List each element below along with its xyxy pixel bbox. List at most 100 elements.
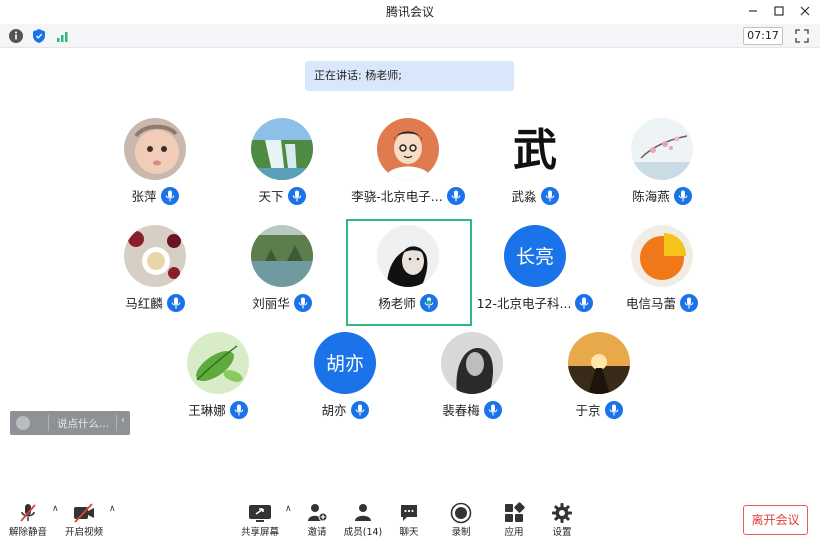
participant-name: 电信马蕾	[625, 296, 676, 311]
camera-off-icon	[71, 501, 97, 524]
participant-tile[interactable]: 李骁-北京电子...	[345, 118, 471, 222]
participant-name-line: 刘丽华	[219, 293, 345, 312]
participant-name-line: 电信马蕾	[599, 293, 725, 312]
participant-name-line: 武淼	[472, 186, 598, 205]
avatar	[568, 332, 630, 394]
unmute-button[interactable]: 解除静音	[3, 490, 53, 538]
divider	[48, 415, 49, 431]
info-icon	[9, 29, 23, 43]
muted-mic-icon	[15, 501, 41, 524]
participant-tile[interactable]: 裴春梅	[409, 332, 535, 436]
network-signal-button[interactable]	[55, 28, 71, 44]
avatar	[631, 225, 693, 287]
title-bar: 腾讯会议	[0, 0, 820, 22]
participant-name: 12-北京电子科...	[476, 296, 572, 311]
mic-icon	[350, 400, 369, 419]
avatar	[441, 332, 503, 394]
bottom-toolbar: 解除静音 ∧ 开启视频 ∧ 共享屏幕 ∧ 邀请 成员(14) 聊天 录制 应用 …	[0, 490, 820, 540]
start-video-button[interactable]: 开启视频	[59, 490, 109, 538]
participant-name: 天下	[258, 189, 284, 204]
participant-tile[interactable]: 于京	[536, 332, 662, 436]
svg-text:胡亦: 胡亦	[326, 353, 364, 375]
avatar: 武	[504, 118, 566, 180]
mic-icon	[166, 293, 185, 312]
avatar	[124, 225, 186, 287]
participant-name-line: 马红麟	[92, 293, 218, 312]
leave-meeting-button[interactable]: 离开会议	[743, 505, 808, 535]
apps-label: 应用	[504, 527, 524, 538]
collapse-chat-icon[interactable]: ‹	[121, 415, 125, 426]
participant-name-line: 李骁-北京电子...	[345, 186, 471, 205]
participant-name-line: 王琳娜	[155, 400, 281, 419]
share-screen-icon	[247, 501, 273, 524]
mic-icon	[680, 293, 698, 312]
fullscreen-button[interactable]	[794, 28, 810, 44]
participant-tile[interactable]: 张萍	[92, 118, 218, 222]
settings-button[interactable]: 设置	[537, 490, 587, 538]
invite-label: 邀请	[307, 527, 327, 538]
security-button[interactable]	[31, 28, 47, 44]
avatar: 胡亦	[314, 332, 376, 394]
participant-tile[interactable]: 武武淼	[472, 118, 598, 222]
share-screen-label: 共享屏幕	[240, 527, 279, 538]
chat-label: 聊天	[399, 527, 419, 538]
participant-name: 武淼	[511, 189, 537, 204]
mic-icon	[483, 400, 502, 419]
window-title: 腾讯会议	[385, 5, 434, 19]
unmute-label: 解除静音	[8, 527, 47, 538]
share-screen-button[interactable]: 共享屏幕	[235, 490, 285, 538]
meeting-info-bar: 07:17	[0, 24, 820, 48]
mic-icon	[446, 186, 465, 205]
minimize-icon	[749, 10, 757, 12]
avatar	[251, 118, 313, 180]
participant-name: 于京	[575, 403, 601, 418]
active-speaker-frame	[346, 219, 472, 326]
mic-icon	[673, 186, 692, 205]
mic-icon	[604, 400, 623, 419]
participant-tile[interactable]: 刘丽华	[219, 225, 345, 329]
mic-icon	[293, 293, 312, 312]
emoji-icon[interactable]	[16, 416, 30, 430]
participant-name-line: 天下	[219, 186, 345, 205]
close-button[interactable]	[795, 2, 815, 20]
members-icon	[350, 501, 376, 524]
participant-name-line: 裴春梅	[409, 400, 535, 419]
maximize-button[interactable]	[769, 2, 789, 20]
participant-tile[interactable]: 陈海燕	[599, 118, 725, 222]
participant-tile[interactable]: 长亮 12-北京电子科...	[472, 225, 598, 329]
mic-icon	[160, 186, 179, 205]
video-options-chevron-icon[interactable]: ∧	[109, 504, 119, 514]
fullscreen-icon	[795, 29, 809, 43]
participant-tile[interactable]: 马红麟	[92, 225, 218, 329]
participant-tile[interactable]: 天下	[219, 118, 345, 222]
start-video-label: 开启视频	[64, 527, 103, 538]
chat-bubble-icon	[396, 501, 422, 524]
apps-button[interactable]: 应用	[489, 490, 539, 538]
participant-name: 裴春梅	[442, 403, 480, 418]
participant-tile[interactable]: 胡亦 胡亦	[282, 332, 408, 436]
avatar	[377, 118, 439, 180]
gear-icon	[549, 501, 575, 524]
divider	[116, 415, 117, 431]
record-label: 录制	[451, 527, 471, 538]
participant-name-line: 陈海燕	[599, 186, 725, 205]
chat-placeholder: 说点什么...	[57, 418, 110, 430]
apps-grid-icon	[501, 501, 527, 524]
record-button[interactable]: 录制	[436, 490, 486, 538]
participant-name: 张萍	[131, 189, 157, 204]
chat-button[interactable]: 聊天	[384, 490, 434, 538]
participant-tile[interactable]: 王琳娜	[155, 332, 281, 436]
members-button[interactable]: 成员(14)	[338, 490, 388, 538]
invite-icon	[304, 501, 330, 524]
avatar	[251, 225, 313, 287]
chat-quick-input[interactable]: 说点什么... ‹	[10, 411, 130, 435]
meeting-info-button[interactable]	[8, 28, 24, 44]
participant-name: 陈海燕	[632, 189, 670, 204]
participant-name: 胡亦	[321, 403, 347, 418]
invite-button[interactable]: 邀请	[292, 490, 342, 538]
record-icon	[448, 501, 474, 524]
minimize-button[interactable]	[743, 2, 763, 20]
settings-label: 设置	[552, 527, 572, 538]
svg-text:长亮: 长亮	[516, 246, 554, 268]
participant-tile[interactable]: 电信马蕾	[599, 225, 725, 329]
